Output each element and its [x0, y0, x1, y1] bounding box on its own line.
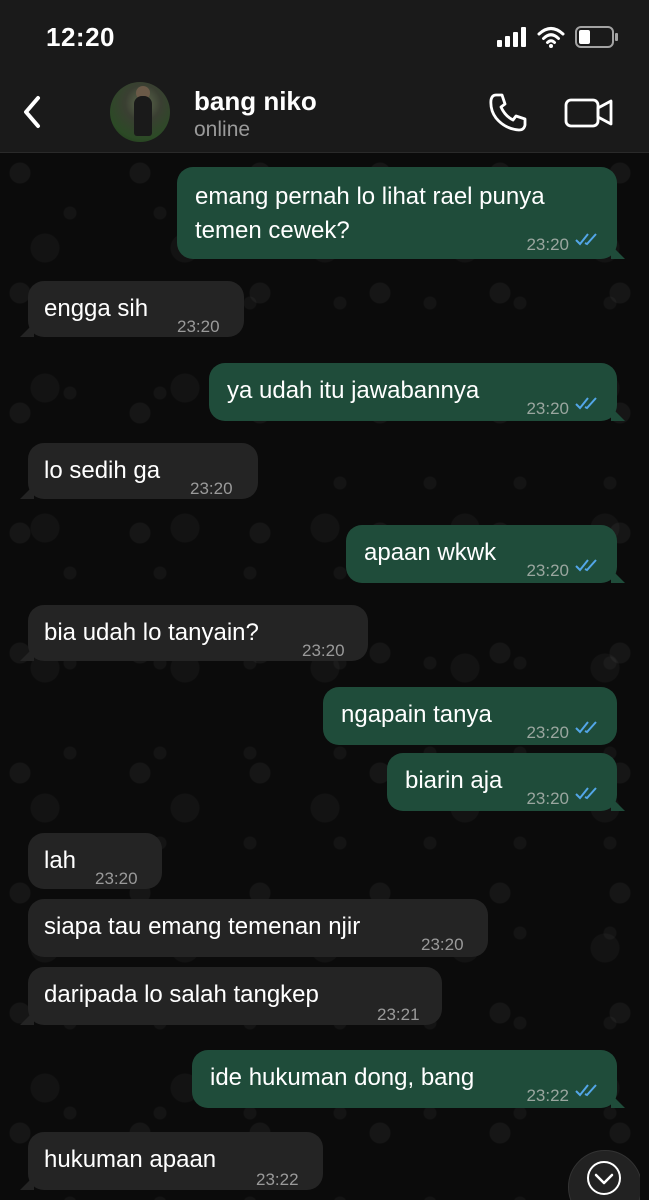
- read-ticks-icon: [575, 787, 597, 800]
- message-outgoing[interactable]: ide hukuman dong, bang 23:22: [192, 1050, 625, 1108]
- message-text: temen cewek?: [195, 217, 350, 244]
- message-text: apaan wkwk: [364, 539, 497, 566]
- message-text: ya udah itu jawabannya: [227, 377, 480, 404]
- status-bar: 12:20: [0, 0, 649, 72]
- phone-icon[interactable]: [486, 90, 530, 134]
- message-text: biarin aja: [405, 767, 503, 794]
- message-text: lo sedih ga: [44, 457, 161, 484]
- back-chevron-icon[interactable]: [14, 90, 50, 134]
- scroll-to-bottom-button[interactable]: [568, 1150, 640, 1200]
- message-text: emang pernah lo lihat rael punya: [195, 183, 545, 210]
- message-incoming[interactable]: siapa tau emang temenan njir 23:20: [28, 899, 488, 957]
- message-time: 23:20: [526, 789, 569, 808]
- message-incoming[interactable]: hukuman apaan 23:22: [20, 1132, 323, 1190]
- battery-icon: [575, 26, 618, 48]
- read-ticks-icon: [575, 233, 597, 246]
- message-outgoing[interactable]: emang pernah lo lihat rael punya temen c…: [177, 167, 625, 259]
- contact-name[interactable]: bang niko: [194, 86, 317, 117]
- chat-header: bang niko online: [0, 72, 649, 153]
- read-ticks-icon: [575, 559, 597, 572]
- read-ticks-icon: [575, 1084, 597, 1097]
- message-time: 23:20: [95, 869, 138, 888]
- message-incoming[interactable]: daripada lo salah tangkep 23:21: [20, 967, 442, 1025]
- message-outgoing[interactable]: apaan wkwk 23:20: [346, 525, 625, 583]
- chevron-down-icon: [587, 1161, 621, 1195]
- status-time: 12:20: [46, 22, 115, 52]
- message-text: bia udah lo tanyain?: [44, 619, 259, 646]
- message-time: 23:20: [421, 935, 464, 954]
- message-incoming[interactable]: engga sih 23:20: [20, 281, 244, 337]
- message-time: 23:20: [526, 235, 569, 254]
- message-time: 23:21: [377, 1005, 420, 1024]
- message-outgoing[interactable]: biarin aja 23:20: [387, 753, 625, 811]
- message-incoming[interactable]: lo sedih ga 23:20: [20, 443, 258, 499]
- read-ticks-icon: [575, 721, 597, 734]
- message-time: 23:22: [256, 1170, 299, 1189]
- message-text: engga sih: [44, 295, 149, 322]
- chat-area[interactable]: emang pernah lo lihat rael punya temen c…: [0, 153, 649, 1200]
- status-icons: [497, 24, 619, 50]
- message-text: daripada lo salah tangkep: [44, 981, 319, 1008]
- message-text: lah: [44, 847, 77, 874]
- message-time: 23:20: [526, 561, 569, 580]
- avatar[interactable]: [110, 82, 170, 142]
- message-time: 23:20: [526, 723, 569, 742]
- message-time: 23:20: [190, 479, 233, 498]
- message-incoming[interactable]: lah 23:20: [28, 833, 162, 889]
- message-time: 23:20: [526, 399, 569, 418]
- contact-status: online: [194, 118, 251, 141]
- message-text: ngapain tanya: [341, 701, 492, 728]
- message-text: hukuman apaan: [44, 1146, 217, 1173]
- message-outgoing[interactable]: ngapain tanya 23:20: [323, 687, 617, 745]
- wifi-icon: [537, 27, 565, 48]
- signal-icon: [497, 27, 526, 47]
- read-ticks-icon: [575, 397, 597, 410]
- message-text: siapa tau emang temenan njir: [44, 913, 361, 940]
- message-outgoing[interactable]: ya udah itu jawabannya 23:20: [209, 363, 625, 421]
- message-time: 23:20: [177, 317, 220, 336]
- message-time: 23:22: [526, 1086, 569, 1105]
- video-camera-icon[interactable]: [564, 94, 614, 130]
- message-incoming[interactable]: bia udah lo tanyain? 23:20: [20, 605, 368, 661]
- message-text: ide hukuman dong, bang: [210, 1064, 475, 1091]
- message-time: 23:20: [302, 641, 345, 660]
